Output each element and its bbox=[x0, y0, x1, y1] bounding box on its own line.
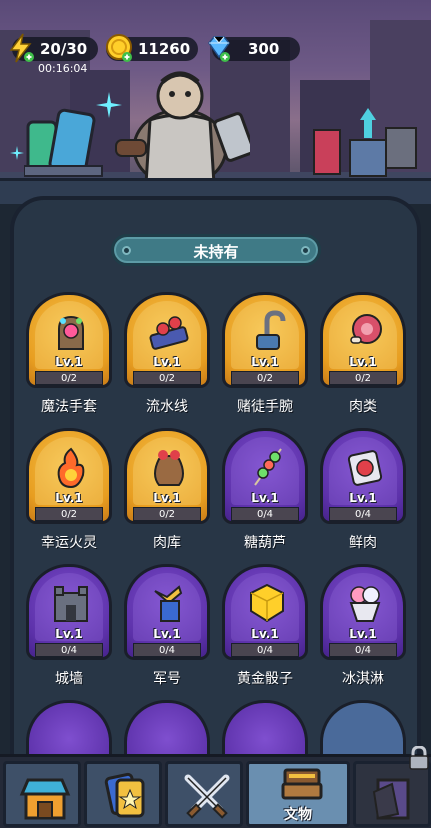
artifact-card[interactable]: Lv.1 0/4 冰淇淋 bbox=[318, 564, 408, 688]
progress-bar: 0/2 bbox=[35, 507, 103, 521]
artifact-name: 流水线 bbox=[146, 399, 188, 415]
locked-door-icon bbox=[372, 778, 410, 820]
city-wall-icon bbox=[54, 586, 88, 622]
tab-locked[interactable] bbox=[353, 761, 431, 827]
tab-artifacts-label: 文物 bbox=[284, 807, 312, 823]
bugle-icon bbox=[154, 585, 183, 622]
card-frame bbox=[222, 700, 308, 762]
fire-spirit-icon bbox=[57, 447, 85, 489]
shop-icon bbox=[19, 778, 71, 820]
gem-counter[interactable]: 300 bbox=[208, 36, 300, 62]
artifact-card[interactable] bbox=[24, 700, 114, 762]
card-frame bbox=[26, 700, 112, 762]
rivet-icon bbox=[301, 246, 310, 255]
header-scene: 20/30 00:16:04 11260 300 bbox=[0, 0, 431, 200]
gold-coin-icon bbox=[106, 34, 132, 62]
progress-bar: 0/2 bbox=[329, 371, 397, 385]
progress-bar: 0/4 bbox=[35, 643, 103, 657]
artifact-card[interactable]: Lv.1 0/2 肉类 bbox=[318, 292, 408, 416]
card-frame: Lv.1 0/2 bbox=[320, 292, 406, 388]
bottom-nav: 文物 bbox=[0, 754, 431, 828]
section-title: 未持有 bbox=[193, 243, 239, 261]
card-frame: Lv.1 0/4 bbox=[124, 564, 210, 660]
artifact-card[interactable]: Lv.1 0/4 黄金骰子 bbox=[220, 564, 310, 688]
ice-cream-icon bbox=[349, 586, 381, 622]
junk-pile-prop bbox=[313, 108, 417, 177]
padlock-icon bbox=[409, 746, 429, 770]
crossed-swords-icon bbox=[184, 774, 230, 819]
golden-dice-icon bbox=[250, 583, 284, 623]
tab-artifacts[interactable]: 文物 bbox=[246, 761, 350, 827]
artifact-card[interactable]: Lv.1 0/4 糖葫芦 bbox=[220, 428, 310, 552]
artifact-card[interactable]: Lv.1 0/4 鲜肉 bbox=[318, 428, 408, 552]
section-header: 未持有 bbox=[111, 234, 321, 266]
gem-value: 300 bbox=[248, 40, 280, 58]
artifact-card[interactable]: Lv.1 0/2 魔法手套 bbox=[24, 292, 114, 416]
card-frame: Lv.1 0/4 bbox=[320, 564, 406, 660]
progress-bar: 0/4 bbox=[329, 643, 397, 657]
sparkle-icon bbox=[10, 146, 24, 160]
card-frame: Lv.1 0/2 bbox=[124, 428, 210, 524]
tab-cards[interactable] bbox=[84, 761, 162, 827]
hook-hand-icon bbox=[256, 310, 286, 350]
artifact-name: 赌徒手腕 bbox=[237, 399, 293, 415]
artifact-card[interactable]: Lv.1 0/2 幸运火灵 bbox=[24, 428, 114, 552]
card-frame: Lv.1 0/4 bbox=[320, 428, 406, 524]
card-frame: Lv.1 0/4 bbox=[26, 564, 112, 660]
progress-bar: 0/2 bbox=[133, 371, 201, 385]
artifact-name: 鲜肉 bbox=[349, 535, 377, 551]
artifact-card[interactable]: Lv.1 0/4 城墙 bbox=[24, 564, 114, 688]
card-frame bbox=[124, 700, 210, 762]
artifact-grid: Lv.1 0/2 魔法手套 Lv.1 0/2 流水线 Lv.1 0/2 赌徒手腕… bbox=[24, 292, 414, 762]
progress-bar: 0/4 bbox=[133, 643, 201, 657]
gold-value: 11260 bbox=[138, 40, 191, 58]
tab-shop[interactable] bbox=[3, 761, 81, 827]
artifact-name: 黄金骰子 bbox=[237, 671, 293, 687]
card-frame: Lv.1 0/2 bbox=[26, 428, 112, 524]
artifact-name: 军号 bbox=[153, 671, 181, 687]
artifact-name: 城墙 bbox=[55, 671, 83, 687]
cards-icon bbox=[104, 772, 145, 818]
progress-bar: 0/2 bbox=[35, 371, 103, 385]
progress-bar: 0/2 bbox=[231, 371, 299, 385]
lightning-icon bbox=[9, 33, 34, 63]
card-frame bbox=[320, 700, 406, 762]
meat-icon bbox=[350, 314, 382, 344]
magic-glove-icon bbox=[58, 315, 84, 350]
artifact-card[interactable]: Lv.1 0/4 军号 bbox=[122, 564, 212, 688]
artifact-card[interactable] bbox=[318, 700, 408, 762]
card-frame: Lv.1 0/4 bbox=[222, 564, 308, 660]
progress-bar: 0/4 bbox=[329, 507, 397, 521]
card-frame: Lv.1 0/2 bbox=[124, 292, 210, 388]
energy-counter: 20/30 bbox=[9, 33, 98, 63]
candied-skewer-icon bbox=[254, 448, 282, 486]
progress-bar: 0/2 bbox=[133, 507, 201, 521]
artifact-name: 肉类 bbox=[349, 399, 377, 415]
artifact-name: 魔法手套 bbox=[41, 399, 97, 415]
butcher-character bbox=[115, 71, 250, 185]
artifact-card[interactable]: Lv.1 0/2 赌徒手腕 bbox=[220, 292, 310, 416]
artifact-name: 幸运火灵 bbox=[41, 535, 97, 551]
progress-bar: 0/4 bbox=[231, 507, 299, 521]
diamond-icon bbox=[208, 36, 230, 62]
artifact-card[interactable]: Lv.1 0/2 肉库 bbox=[122, 428, 212, 552]
card-frame: Lv.1 0/4 bbox=[222, 428, 308, 524]
energy-value: 20/30 bbox=[40, 40, 88, 58]
artifact-card[interactable]: Lv.1 0/2 流水线 bbox=[122, 292, 212, 416]
gold-counter[interactable]: 11260 bbox=[106, 34, 198, 62]
glass-tanks-prop bbox=[24, 108, 103, 177]
card-frame: Lv.1 0/2 bbox=[26, 292, 112, 388]
artifact-card[interactable] bbox=[122, 700, 212, 762]
progress-bar: 0/4 bbox=[231, 643, 299, 657]
meat-sack-icon bbox=[154, 450, 184, 486]
tab-battle[interactable] bbox=[165, 761, 243, 827]
artifact-card[interactable] bbox=[220, 700, 310, 762]
card-frame: Lv.1 0/2 bbox=[222, 292, 308, 388]
artifact-name: 肉库 bbox=[153, 535, 181, 551]
energy-timer: 00:16:04 bbox=[38, 62, 88, 75]
artifact-name: 糖葫芦 bbox=[244, 535, 286, 551]
assembly-line-icon bbox=[149, 316, 189, 350]
artifact-name: 冰淇淋 bbox=[342, 671, 384, 687]
fresh-meat-pack-icon bbox=[347, 450, 383, 486]
